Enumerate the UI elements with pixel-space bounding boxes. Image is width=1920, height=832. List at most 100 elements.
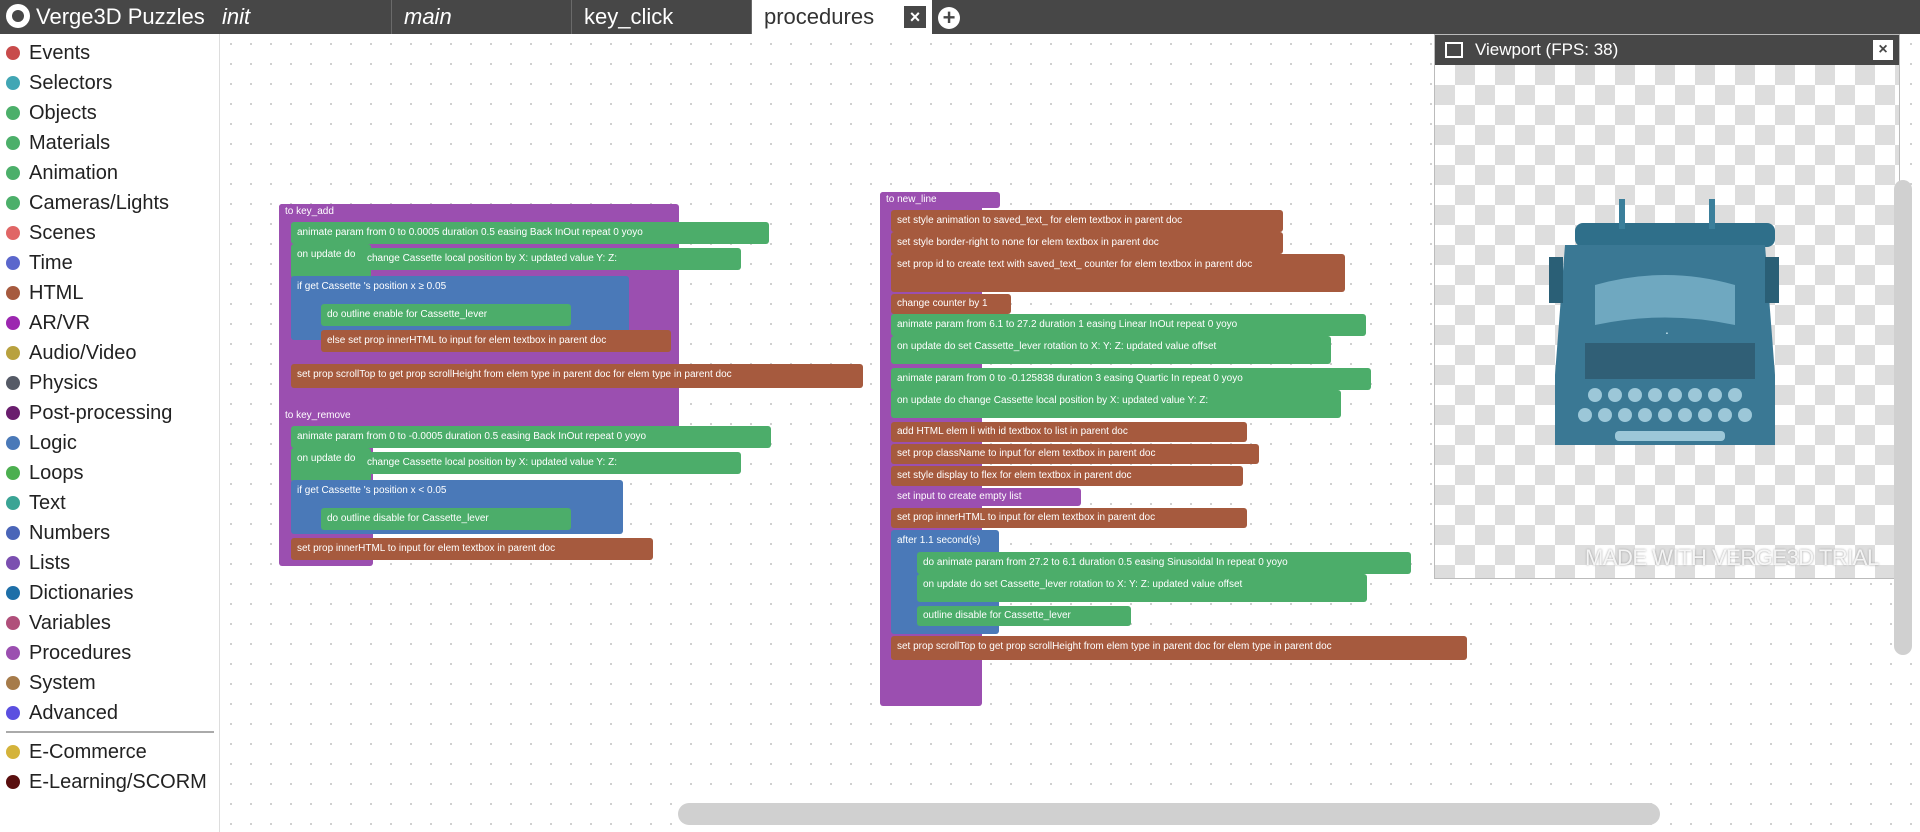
new-line-row-2[interactable]: set style border-right to none for elem … xyxy=(891,232,1283,254)
category-procedures[interactable]: Procedures xyxy=(6,638,131,668)
system-color-dot xyxy=(6,676,20,690)
new-line-row-3[interactable]: set prop id to create text with saved_te… xyxy=(891,254,1345,292)
events-color-dot xyxy=(6,46,20,60)
scenes-color-dot xyxy=(6,226,20,240)
new-line-row-18[interactable]: set prop scrollTop to get prop scrollHei… xyxy=(891,636,1467,660)
verge3d-logo-icon xyxy=(6,4,30,28)
new-line-row-16[interactable]: on update do set Cassette_lever rotation… xyxy=(917,574,1367,602)
procedures-color-dot xyxy=(6,646,20,660)
category-lists[interactable]: Lists xyxy=(6,548,70,578)
new-line-row-15[interactable]: do animate param from 27.2 to 6.1 durati… xyxy=(917,552,1411,574)
category-advanced[interactable]: Advanced xyxy=(6,698,118,728)
category-html[interactable]: HTML xyxy=(6,278,83,308)
horizontal-scrollbar[interactable] xyxy=(678,803,1660,825)
new-line-row-17[interactable]: outline disable for Cassette_lever xyxy=(917,606,1131,626)
logic-color-dot xyxy=(6,436,20,450)
close-tab-icon[interactable]: × xyxy=(904,6,926,28)
key-remove-update[interactable]: on update do xyxy=(291,448,371,482)
tab-procedures[interactable]: procedures × xyxy=(752,0,932,34)
category-e-learning[interactable]: E-Learning/SCORM xyxy=(6,767,207,797)
category-materials[interactable]: Materials xyxy=(6,128,110,158)
category-events[interactable]: Events xyxy=(6,38,90,68)
key-remove-set[interactable]: set prop innerHTML to input for elem tex… xyxy=(291,538,653,560)
dictionaries-color-dot xyxy=(6,586,20,600)
key-add-scroll[interactable]: set prop scrollTop to get prop scrollHei… xyxy=(291,364,863,388)
new-line-row-12[interactable]: set input to create empty list xyxy=(891,488,1081,506)
tab-init[interactable]: init xyxy=(210,0,392,34)
app-title: Verge3D Puzzles xyxy=(0,0,210,34)
key-remove-do[interactable]: do outline disable for Cassette_lever xyxy=(321,508,571,530)
new-line-row-9[interactable]: add HTML elem li with id textbox to list… xyxy=(891,422,1247,442)
category-system[interactable]: System xyxy=(6,668,96,698)
close-viewport-icon[interactable]: × xyxy=(1873,40,1893,60)
svg-text:·: · xyxy=(1665,324,1670,340)
key-remove-change[interactable]: change Cassette local position by X: upd… xyxy=(361,452,741,474)
elearning-color-dot xyxy=(6,775,20,789)
tab-key-click[interactable]: key_click xyxy=(572,0,752,34)
new-line-row-5[interactable]: animate param from 6.1 to 27.2 duration … xyxy=(891,314,1366,336)
selectors-color-dot xyxy=(6,76,20,90)
new-line-row-7[interactable]: animate param from 0 to -0.125838 durati… xyxy=(891,368,1371,390)
key-remove-header[interactable]: to key_remove xyxy=(279,408,389,424)
category-audio-video[interactable]: Audio/Video xyxy=(6,338,137,368)
new-line-row-6[interactable]: on update do set Cassette_lever rotation… xyxy=(891,336,1331,364)
category-loops[interactable]: Loops xyxy=(6,458,84,488)
vertical-scrollbar[interactable] xyxy=(1894,180,1912,655)
viewport-canvas[interactable]: · MADE WITH VERGE3D TRIAL xyxy=(1435,65,1899,578)
category-ar-vr[interactable]: AR/VR xyxy=(6,308,90,338)
sidebar-divider xyxy=(6,731,214,733)
html-color-dot xyxy=(6,286,20,300)
category-sidebar: Events Selectors Objects Materials Anima… xyxy=(0,34,220,832)
new-line-row-4[interactable]: change counter by 1 xyxy=(891,294,1011,314)
new-line-row-1[interactable]: set style animation to saved_text_ for e… xyxy=(891,210,1283,232)
cameras-color-dot xyxy=(6,196,20,210)
typewriter-model: · xyxy=(1549,199,1779,445)
category-numbers[interactable]: Numbers xyxy=(6,518,110,548)
viewport-header[interactable]: Viewport (FPS: 38) × xyxy=(1435,35,1899,65)
new-line-header[interactable]: to new_line xyxy=(880,192,1000,208)
postproc-color-dot xyxy=(6,406,20,420)
category-dictionaries[interactable]: Dictionaries xyxy=(6,578,133,608)
category-physics[interactable]: Physics xyxy=(6,368,98,398)
tab-main[interactable]: main xyxy=(392,0,572,34)
key-add-update[interactable]: on update do xyxy=(291,244,371,278)
new-line-row-8[interactable]: on update do change Cassette local posit… xyxy=(891,390,1341,418)
arvr-color-dot xyxy=(6,316,20,330)
animation-color-dot xyxy=(6,166,20,180)
category-selectors[interactable]: Selectors xyxy=(6,68,112,98)
key-add-else[interactable]: else set prop innerHTML to input for ele… xyxy=(321,330,671,352)
category-variables[interactable]: Variables xyxy=(6,608,111,638)
add-tab-icon[interactable]: + xyxy=(938,7,960,29)
panel-toggle-icon[interactable] xyxy=(1445,42,1463,58)
tab-bar: Verge3D Puzzles init main key_click proc… xyxy=(0,0,1920,34)
viewport-panel: Viewport (FPS: 38) × · MADE WITH VERGE3D… xyxy=(1434,34,1900,579)
category-objects[interactable]: Objects xyxy=(6,98,97,128)
objects-color-dot xyxy=(6,106,20,120)
category-e-commerce[interactable]: E-Commerce xyxy=(6,737,147,767)
category-text[interactable]: Text xyxy=(6,488,66,518)
category-logic[interactable]: Logic xyxy=(6,428,77,458)
key-add-change[interactable]: change Cassette local position by X: upd… xyxy=(361,248,741,270)
new-line-row-10[interactable]: set prop className to input for elem tex… xyxy=(891,444,1259,464)
category-scenes[interactable]: Scenes xyxy=(6,218,96,248)
new-line-row-11[interactable]: set style display to flex for elem textb… xyxy=(891,466,1243,486)
materials-color-dot xyxy=(6,136,20,150)
variables-color-dot xyxy=(6,616,20,630)
category-animation[interactable]: Animation xyxy=(6,158,118,188)
trial-watermark: MADE WITH VERGE3D TRIAL xyxy=(1585,545,1879,570)
category-time[interactable]: Time xyxy=(6,248,73,278)
category-post-processing[interactable]: Post-processing xyxy=(6,398,172,428)
numbers-color-dot xyxy=(6,526,20,540)
new-line-row-13[interactable]: set prop innerHTML to input for elem tex… xyxy=(891,508,1247,528)
lists-color-dot xyxy=(6,556,20,570)
category-cameras-lights[interactable]: Cameras/Lights xyxy=(6,188,169,218)
key-add-animate[interactable]: animate param from 0 to 0.0005 duration … xyxy=(291,222,769,244)
audio-color-dot xyxy=(6,346,20,360)
key-remove-animate[interactable]: animate param from 0 to -0.0005 duration… xyxy=(291,426,771,448)
text-color-dot xyxy=(6,496,20,510)
physics-color-dot xyxy=(6,376,20,390)
ecommerce-color-dot xyxy=(6,745,20,759)
key-add-header[interactable]: to key_add xyxy=(279,204,379,220)
advanced-color-dot xyxy=(6,706,20,720)
key-add-do[interactable]: do outline enable for Cassette_lever xyxy=(321,304,571,326)
